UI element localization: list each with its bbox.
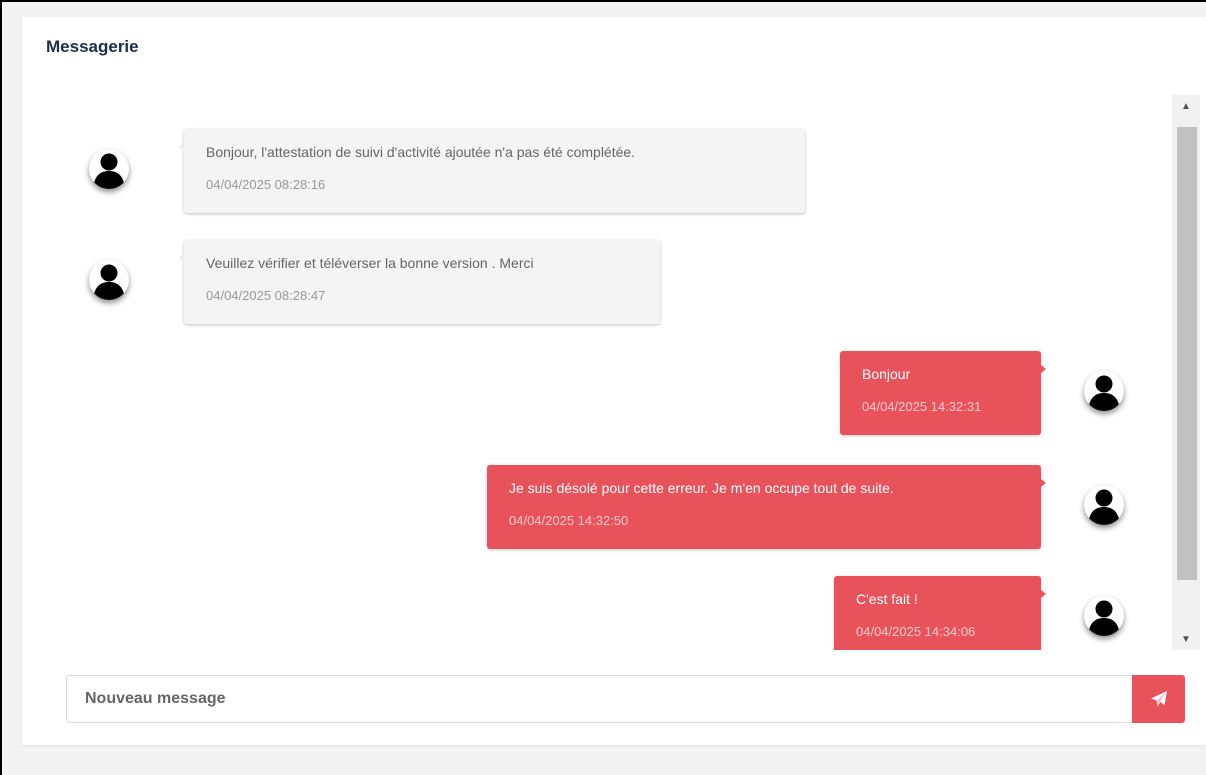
message-timestamp: 04/04/2025 08:28:16 [206,177,326,192]
bubble-tail [1041,479,1046,487]
paper-plane-icon [1150,691,1167,707]
message-timestamp: 04/04/2025 14:32:31 [862,399,982,414]
triangle-up-icon: ▲ [1181,100,1191,112]
triangle-down-icon: ▼ [1181,633,1191,645]
bubble-tail [1041,365,1046,373]
message-bubble-outgoing: Bonjour 04/04/2025 14:32:31 [840,351,1046,435]
bubble-tail [1041,590,1046,598]
panel-title: Messagerie [46,37,139,56]
user-silhouette-icon [1088,375,1120,411]
avatar [89,260,129,300]
message-bubble-outgoing: C'est fait ! 04/04/2025 14:34:06 [834,576,1046,650]
user-silhouette-icon [1088,489,1120,525]
send-button[interactable] [1132,675,1185,723]
avatar [1084,485,1124,525]
message-text: Bonjour, l'attestation de suivi d'activi… [206,144,636,160]
scrollbar-thumb[interactable] [1177,127,1197,580]
messaging-panel: Messagerie Bonjour, l'attestation de sui… [22,17,1206,745]
message-text: C'est fait ! [856,591,918,607]
bubble-tail [179,143,184,151]
message-timestamp: 04/04/2025 14:32:50 [509,513,629,528]
avatar [1084,596,1124,636]
bubble-tail [179,254,184,262]
message-text: Bonjour [862,366,911,382]
message-text: Je suis désolé pour cette erreur. Je m'e… [509,480,894,496]
new-message-field[interactable] [66,675,1134,723]
message-list-scrollbar[interactable]: ▲ ▼ [1172,95,1200,650]
message-list[interactable]: Bonjour, l'attestation de suivi d'activi… [22,95,1172,650]
message-bubble-outgoing: Je suis désolé pour cette erreur. Je m'e… [487,465,1046,549]
avatar [89,149,129,189]
avatar [1084,371,1124,411]
message-text: Veuillez vérifier et téléverser la bonne… [206,255,534,271]
message-timestamp: 04/04/2025 08:28:47 [206,288,326,303]
scroll-down-button[interactable]: ▼ [1172,628,1200,650]
user-silhouette-icon [93,153,125,189]
message-timestamp: 04/04/2025 14:34:06 [856,624,976,639]
user-silhouette-icon [1088,600,1120,636]
user-silhouette-icon [93,264,125,300]
new-message-input[interactable] [67,676,1133,722]
message-bubble-incoming: Bonjour, l'attestation de suivi d'activi… [179,129,805,213]
message-bubble-incoming: Veuillez vérifier et téléverser la bonne… [179,240,660,324]
scroll-up-button[interactable]: ▲ [1172,95,1200,117]
